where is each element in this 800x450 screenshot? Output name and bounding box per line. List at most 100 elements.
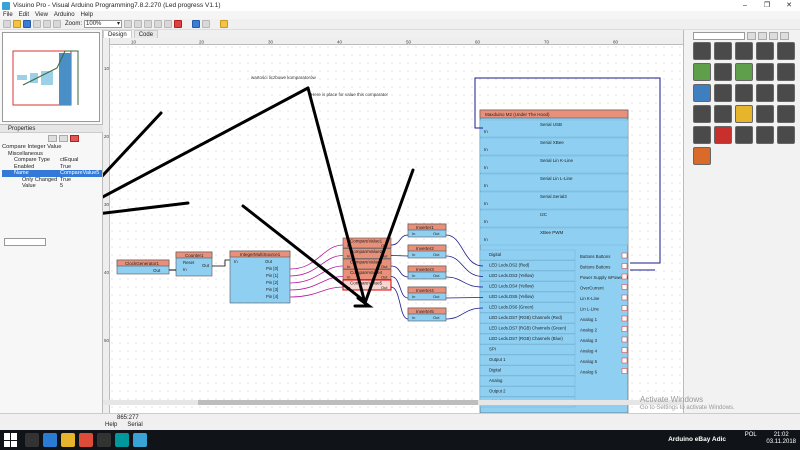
palette-category-icon[interactable] xyxy=(735,42,753,60)
palette-category-icon[interactable] xyxy=(777,126,795,144)
paste-icon[interactable] xyxy=(164,20,173,28)
inverter-component[interactable]: Inverter2In Out xyxy=(407,244,447,259)
palette-close-icon[interactable] xyxy=(780,32,789,40)
palette-filter-icon[interactable] xyxy=(747,32,756,40)
palette-category-icon[interactable] xyxy=(756,42,774,60)
palette-category-icon[interactable] xyxy=(735,126,753,144)
menu-view[interactable]: View xyxy=(32,11,51,19)
palette-category-icon[interactable] xyxy=(693,84,711,102)
task-view-icon[interactable] xyxy=(25,433,39,447)
palette-category-icon[interactable] xyxy=(756,84,774,102)
board-icon[interactable] xyxy=(202,20,211,28)
maximize-button[interactable]: ❐ xyxy=(756,0,778,11)
pin-icon[interactable] xyxy=(59,135,68,142)
property-value[interactable]: 5 xyxy=(60,183,63,189)
system-clock[interactable]: POL 21:02 03.11.2018 xyxy=(745,432,796,446)
minimize-button[interactable]: – xyxy=(734,0,756,11)
mega-left-pin: LED Leds.DS3 (Yellow) xyxy=(489,273,534,278)
menu-edit[interactable]: Edit xyxy=(16,11,32,19)
palette-category-icon[interactable] xyxy=(714,126,732,144)
palette-category-icon[interactable] xyxy=(714,42,732,60)
horizontal-scrollbar-thumb[interactable] xyxy=(198,400,478,405)
edge-browser-icon[interactable] xyxy=(43,433,57,447)
integer-multisource-component[interactable]: IntegerMultiSource1 In Out Pin [0] Pin [… xyxy=(229,250,291,304)
inverter-component[interactable]: Inverter1In Out xyxy=(407,223,447,238)
palette-category-icon[interactable] xyxy=(735,63,753,81)
inverter-out-pin: Out xyxy=(433,315,440,320)
properties-search-input[interactable] xyxy=(4,238,46,246)
palette-category-icon[interactable] xyxy=(693,126,711,144)
serial-tab[interactable]: Serial xyxy=(127,421,142,430)
mega-left-pin: LED Leds.DS5 (Yellow) xyxy=(489,294,534,299)
mega-left-pin: Output 2 xyxy=(489,389,506,394)
help-tab[interactable]: Help xyxy=(105,421,117,430)
expand-icon[interactable] xyxy=(48,135,57,142)
tab-code[interactable]: Code xyxy=(133,30,159,38)
inverter-component[interactable]: Inverter4In Out xyxy=(407,286,447,301)
zoom-select[interactable]: 100% xyxy=(84,20,123,28)
compare-title: CompareValue2 xyxy=(350,249,383,254)
inverter-component[interactable]: Inverter3In Out xyxy=(407,265,447,280)
compile-icon[interactable] xyxy=(192,20,201,28)
visuino-taskbar-icon[interactable] xyxy=(133,433,147,447)
palette-category-icon[interactable] xyxy=(777,105,795,123)
palette-category-icon[interactable] xyxy=(777,84,795,102)
palette-category-icon[interactable] xyxy=(693,147,711,165)
palette-category-icon[interactable] xyxy=(756,126,774,144)
properties-header[interactable]: Properties xyxy=(0,124,103,133)
palette-category-icon[interactable] xyxy=(777,42,795,60)
design-canvas[interactable]: 10 20 30 40 50 60 70 80 10 20 30 40 50 w… xyxy=(103,38,683,413)
palette-category-icon[interactable] xyxy=(735,105,753,123)
file-explorer-icon[interactable] xyxy=(61,433,75,447)
palette-category-icon[interactable] xyxy=(756,105,774,123)
palette-category-icon[interactable] xyxy=(735,84,753,102)
close-button[interactable]: ✕ xyxy=(778,0,800,11)
copy-icon[interactable] xyxy=(154,20,163,28)
save-icon[interactable] xyxy=(23,20,31,28)
compare-value-component[interactable]: CompareValue3In Out xyxy=(342,258,392,270)
inverter-component[interactable]: Inverter5In Out xyxy=(407,307,447,322)
new-icon[interactable] xyxy=(3,20,11,28)
open-folder-icon[interactable] xyxy=(13,20,21,28)
menu-arduino[interactable]: Arduino xyxy=(51,11,78,19)
store-icon[interactable] xyxy=(97,433,111,447)
clock-generator-component[interactable]: ClockGenerator1 Out xyxy=(116,259,170,275)
chrome-icon[interactable] xyxy=(79,433,93,447)
language-indicator[interactable]: POL xyxy=(745,432,757,438)
cut-icon[interactable] xyxy=(144,20,153,28)
menu-file[interactable]: File xyxy=(0,11,16,19)
palette-expand-icon[interactable] xyxy=(769,32,778,40)
compare-value-component[interactable]: CompareValue4In Out xyxy=(342,269,392,280)
arduino-ide-icon[interactable] xyxy=(115,433,129,447)
tab-design[interactable]: Design xyxy=(103,30,132,38)
minimap-block xyxy=(17,75,27,80)
palette-search-input[interactable] xyxy=(693,32,745,40)
upload-icon[interactable] xyxy=(220,20,229,28)
palette-category-icon[interactable] xyxy=(693,42,711,60)
palette-category-icon[interactable] xyxy=(714,63,732,81)
delete-icon[interactable] xyxy=(174,20,183,28)
redo-icon[interactable] xyxy=(53,20,61,28)
counter-component[interactable]: Counter1 Reset In Out xyxy=(175,251,213,277)
zoom-out-icon[interactable] xyxy=(134,20,143,28)
inverter-in-pin: In xyxy=(412,252,415,257)
palette-category-icon[interactable] xyxy=(777,63,795,81)
mega-board-component[interactable]: Maxduino M2 (Under The Hood) Serial USB I… xyxy=(479,109,629,413)
save-as-icon[interactable] xyxy=(33,20,41,28)
inverter-out-pin: Out xyxy=(433,294,440,299)
palette-sort-icon[interactable] xyxy=(758,32,767,40)
menu-help[interactable]: Help xyxy=(78,11,96,19)
clock-out-pin: Out xyxy=(153,268,161,273)
undo-icon[interactable] xyxy=(43,20,51,28)
palette-category-icon[interactable] xyxy=(714,84,732,102)
palette-category-icon[interactable] xyxy=(693,63,711,81)
zoom-in-icon[interactable] xyxy=(124,20,133,28)
palette-category-icon[interactable] xyxy=(693,105,711,123)
delete-component-icon[interactable] xyxy=(70,135,79,142)
minimap[interactable] xyxy=(2,32,100,122)
network-name[interactable]: Arduino eBay Adic xyxy=(668,436,726,443)
windows-start-icon[interactable] xyxy=(4,433,18,447)
property-row[interactable]: Value 5 xyxy=(2,183,102,189)
palette-category-icon[interactable] xyxy=(756,63,774,81)
palette-category-icon[interactable] xyxy=(714,105,732,123)
